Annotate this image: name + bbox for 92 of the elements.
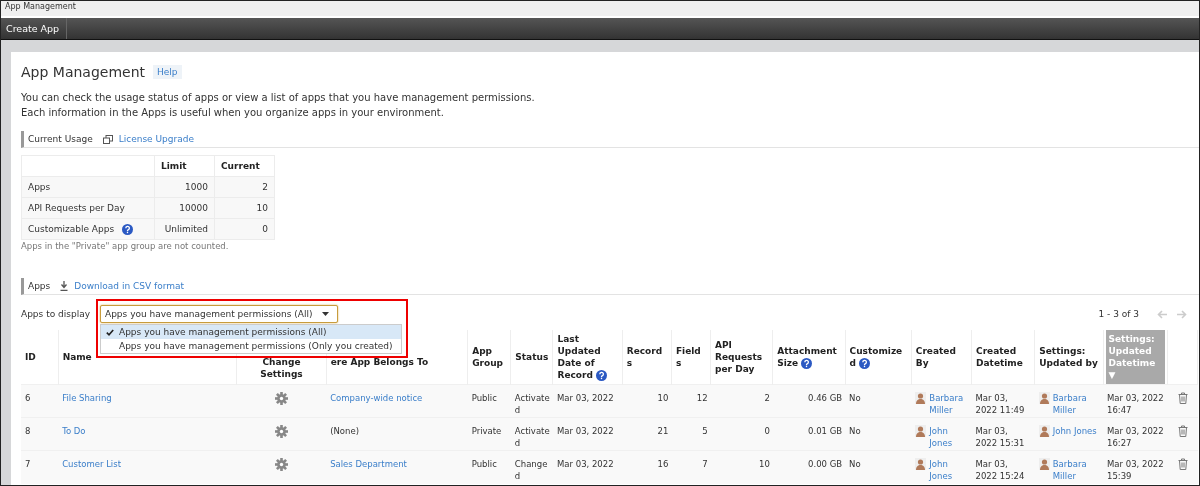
column-header[interactable]: Settings: Updated by — [1039, 345, 1099, 369]
column-header[interactable]: Change Settings — [241, 356, 322, 380]
download-icon — [60, 281, 69, 291]
description-text: You can check the usage status of apps or view a list of apps that you have management permissions. — [21, 91, 536, 105]
table-cell: Mar 03, 2022 — [557, 459, 614, 469]
table-cell: Changed — [514, 459, 548, 481]
table-cell: 7 — [25, 459, 31, 469]
user-avatar-icon — [1038, 392, 1050, 404]
filter-label: Apps to display — [21, 309, 90, 319]
table-cell: Public — [471, 459, 497, 469]
page-title: App Management — [21, 64, 146, 80]
app-name-link[interactable]: File Sharing — [62, 393, 112, 403]
table-cell: 0.00 GB — [808, 459, 843, 469]
pagination-text: 1 - 3 of 3 — [1098, 309, 1139, 319]
table-cell: Activated — [514, 426, 550, 448]
table-cell: 16 — [657, 459, 669, 469]
column-header[interactable]: Created By — [915, 345, 968, 369]
table-cell: 0.46 GB — [808, 393, 843, 403]
table-cell: Mar 03, 2022 15:24 — [975, 459, 1025, 481]
column-header[interactable]: Created Datetime — [976, 345, 1031, 369]
app-name-link[interactable]: To Do — [62, 426, 86, 436]
column-header[interactable]: App Group — [472, 345, 507, 369]
table-cell: Mar 03, 2022 — [557, 426, 614, 436]
user-avatar-icon — [1038, 425, 1050, 437]
user-avatar-icon — [915, 392, 927, 404]
column-header[interactable]: Attachment Size — [777, 345, 841, 369]
column-header[interactable]: Last Updated Date of Record — [557, 333, 618, 381]
help-link[interactable]: Help — [153, 65, 182, 79]
column-header[interactable]: Status — [515, 351, 549, 363]
table-cell: Public — [471, 393, 497, 403]
table-cell: 12 — [696, 393, 708, 403]
table-cell: 10 — [758, 459, 770, 469]
table-cell: 10 — [657, 393, 669, 403]
trash-icon — [1177, 392, 1188, 404]
trash-icon — [1177, 458, 1188, 470]
column-header[interactable]: Customized — [849, 345, 907, 369]
space-link[interactable]: Company-wide notice — [330, 393, 423, 403]
table-cell: 0.01 GB — [808, 426, 843, 436]
previous-page-icon — [1157, 309, 1168, 319]
note-text: Apps in the "Private" app group are not counted. — [21, 241, 230, 251]
table-cell: 7 — [702, 459, 708, 469]
table-cell: 21 — [657, 426, 669, 436]
license-upgrade-link[interactable]: License Upgrade — [118, 134, 194, 144]
dropdown-option[interactable]: Apps you have management permissions (All) — [101, 325, 401, 339]
table-cell: Mar 03, 2022 11:49 — [975, 393, 1025, 415]
dropdown-option[interactable]: Apps you have management permissions (Only you created) — [101, 339, 401, 353]
table-cell: 5 — [702, 426, 708, 436]
gear-icon — [275, 425, 289, 438]
create-app-button[interactable]: Create App — [1, 18, 68, 39]
table-cell: Activated — [514, 393, 550, 415]
column-header: Current — [214, 155, 275, 177]
table-cell: (None) — [330, 426, 359, 436]
column-header[interactable]: API Requests per Day — [715, 339, 769, 375]
table-cell: No — [849, 393, 861, 403]
table-cell: Mar 03, 2022 15:31 — [975, 426, 1025, 448]
column-header[interactable]: Records — [626, 345, 667, 369]
gear-icon — [275, 392, 289, 405]
section-heading: Current Usage — [28, 134, 93, 144]
table-cell: No — [849, 426, 861, 436]
next-page-icon — [1176, 309, 1187, 319]
description-text: Each information in the Apps is useful when you organize apps in your environment. — [21, 106, 445, 120]
column-header[interactable]: ere App Belongs To — [330, 356, 464, 368]
window-title: App Management — [1, 1, 1199, 18]
user-avatar-icon — [915, 458, 927, 470]
apps-filter-dropdown[interactable]: Apps you have management permissions (All) — [100, 305, 338, 323]
table-cell: Private — [471, 426, 502, 436]
window-icon — [102, 134, 113, 144]
table-cell: 2 — [764, 393, 770, 403]
table-cell: 8 — [25, 426, 31, 436]
section-heading: Apps — [28, 281, 51, 291]
app-name-link[interactable]: Customer List — [62, 459, 121, 469]
check-icon — [106, 328, 114, 336]
table-cell: Mar 03, 2022 16:27 — [1107, 426, 1164, 448]
column-header[interactable]: Fields — [675, 345, 707, 369]
user-avatar-icon — [1038, 458, 1050, 470]
download-csv-link[interactable]: Download in CSV format — [74, 281, 184, 291]
column-header: Limit — [154, 155, 215, 177]
table-cell: Mar 03, 2022 — [557, 393, 614, 403]
caret-icon — [321, 312, 329, 316]
table-cell: 6 — [25, 393, 31, 403]
column-header[interactable]: ID — [25, 351, 54, 363]
row-label: Customizable Apps — [28, 223, 115, 234]
user-avatar-icon — [915, 425, 927, 437]
trash-icon — [1177, 425, 1188, 437]
table-cell: No — [849, 459, 861, 469]
table-cell: Mar 03, 2022 16:47 — [1107, 393, 1164, 415]
row-label: API Requests per Day — [28, 203, 125, 213]
table-cell: 0 — [764, 426, 770, 436]
space-link[interactable]: Sales Department — [330, 459, 407, 469]
row-label: Apps — [28, 182, 51, 192]
table-cell: Mar 03, 2022 15:39 — [1107, 459, 1164, 481]
gear-icon — [275, 458, 289, 471]
